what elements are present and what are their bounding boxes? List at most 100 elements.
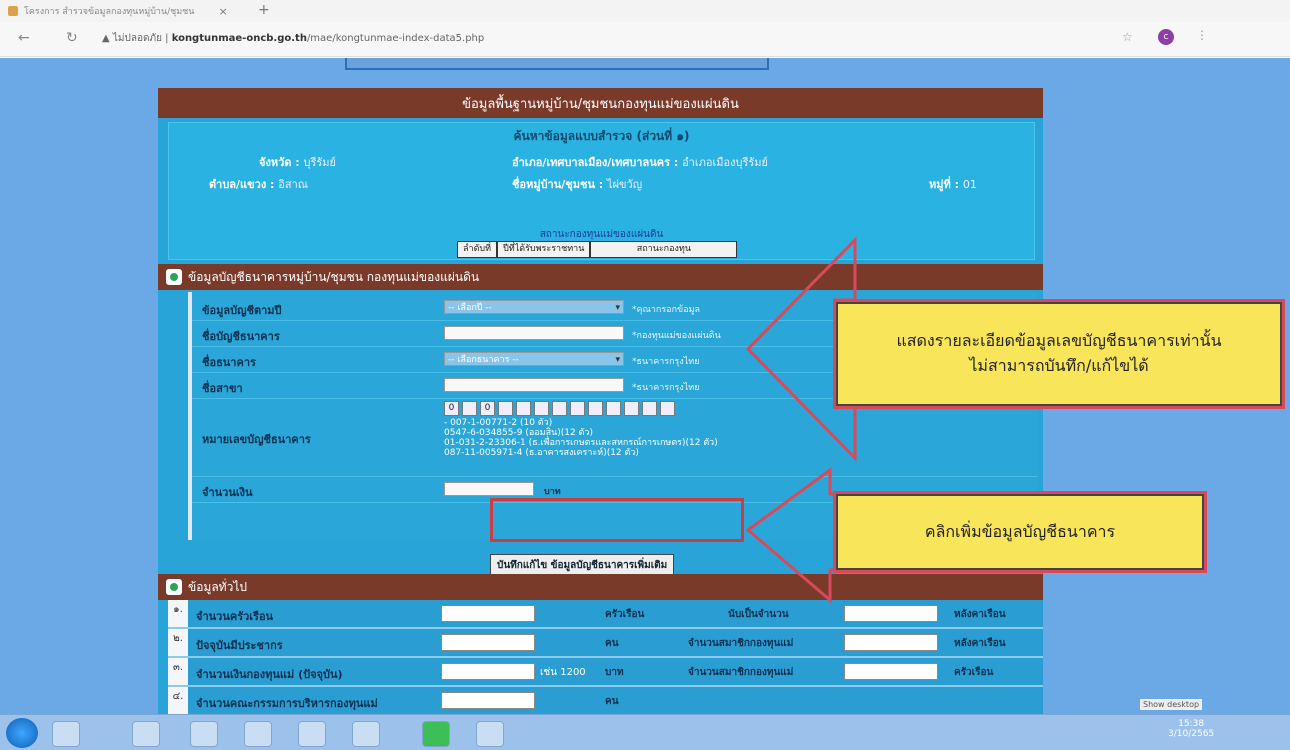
bank-select[interactable]: -- เลือกธนาคาร -- bbox=[444, 352, 624, 367]
amount-label: จำนวนเงิน bbox=[202, 486, 253, 499]
subdistrict-label: ตำบล/แขวง : bbox=[209, 178, 275, 191]
digit-box[interactable]: 0 bbox=[480, 401, 495, 416]
fund-status-button[interactable]: สถานะกองทุน bbox=[590, 241, 738, 258]
digit-box[interactable] bbox=[624, 401, 639, 416]
digit-box[interactable] bbox=[552, 401, 567, 416]
row-unit: ครัวเรือน bbox=[605, 609, 645, 620]
member-households-input[interactable] bbox=[844, 663, 938, 680]
digit-box[interactable] bbox=[642, 401, 657, 416]
royal-year-button[interactable]: ปีที่ได้รับพระราชทาน bbox=[497, 241, 591, 258]
row-number: ๔. bbox=[168, 687, 188, 714]
row-label: จำนวนคณะกรรมการบริหารกองทุนแม่ bbox=[196, 697, 378, 710]
back-icon[interactable]: ← bbox=[18, 30, 30, 46]
browser-menu-icon[interactable]: ⋮ bbox=[1196, 28, 1208, 42]
reload-icon[interactable]: ↻ bbox=[66, 30, 78, 46]
app-window-icon[interactable] bbox=[352, 721, 380, 747]
clock-date: 3/10/2565 bbox=[1168, 729, 1215, 739]
amount-unit: บาท bbox=[544, 487, 561, 497]
moo-info: หมู่ที่ : 01 bbox=[929, 175, 977, 193]
year-note: *คุณากรอกข้อมูล bbox=[632, 305, 701, 315]
start-button-icon[interactable] bbox=[6, 718, 38, 748]
account-digit-boxes: 0 0 bbox=[444, 401, 675, 416]
bank-section-header: ข้อมูลบัญชีธนาคารหมู่บ้าน/ชุมชน กองทุนแม… bbox=[158, 264, 1043, 290]
account-number-label: หมายเลขบัญชีธนาคาร bbox=[202, 433, 311, 446]
digit-box[interactable] bbox=[570, 401, 585, 416]
callout-view-only-line2: ไม่สามารถบันทึก/แก้ไขได้ bbox=[969, 356, 1149, 375]
row-label-2: จำนวนสมาชิกกองทุนแม่ bbox=[688, 638, 794, 649]
population-input[interactable] bbox=[441, 634, 535, 651]
branch-note: *ธนาคารกรุงไทย bbox=[632, 383, 700, 393]
tab-title: โครงการ สำรวจข้อมูลกองทุนหมู่บ้าน/ชุมชน bbox=[24, 7, 195, 17]
url-path: /mae/kongtunmae-index-data5.php bbox=[306, 33, 485, 44]
bank-label: ชื่อธนาคาร bbox=[202, 356, 256, 369]
row-label: จำนวนครัวเรือน bbox=[196, 610, 274, 623]
callout-add-bank: คลิกเพิ่มข้อมูลบัญชีธนาคาร bbox=[836, 494, 1204, 570]
top-frame-stub bbox=[345, 58, 769, 70]
row-number: ๒. bbox=[168, 629, 188, 656]
acrobat-icon[interactable] bbox=[298, 721, 326, 747]
bookmark-star-icon[interactable]: ☆ bbox=[1122, 30, 1133, 44]
row-unit-2: หลังคาเรือน bbox=[954, 638, 1006, 649]
chrome-icon[interactable] bbox=[244, 721, 272, 747]
app-window-icon[interactable] bbox=[476, 721, 504, 747]
show-desktop-label[interactable]: Show desktop bbox=[1140, 699, 1203, 710]
digit-box[interactable] bbox=[462, 401, 477, 416]
bank-note: *ธนาคารกรุงไทย bbox=[632, 357, 700, 367]
row-label-2: จำนวนสมาชิกกองทุนแม่ bbox=[688, 667, 794, 678]
clock-time: 15:38 bbox=[1178, 719, 1205, 729]
branch-input[interactable] bbox=[444, 378, 624, 392]
close-tab-icon[interactable]: × bbox=[218, 5, 227, 18]
province-value: บุรีรัมย์ bbox=[303, 156, 336, 169]
favicon-icon bbox=[8, 6, 18, 16]
browser-tab[interactable]: โครงการ สำรวจข้อมูลกองทุนหมู่บ้าน/ชุมชน … bbox=[8, 2, 238, 20]
survey-panel: ค้นหาข้อมูลแบบสำรวจ (ส่วนที่ ๑) จังหวัด … bbox=[168, 122, 1035, 260]
year-select[interactable]: -- เลือกปี -- bbox=[444, 300, 624, 315]
account-name-input[interactable] bbox=[444, 326, 624, 340]
house-count-input[interactable] bbox=[844, 605, 938, 622]
row-unit: บาท bbox=[605, 667, 624, 678]
digit-box[interactable] bbox=[516, 401, 531, 416]
households-input[interactable] bbox=[441, 605, 535, 622]
save-button-highlight bbox=[490, 498, 744, 542]
digit-box[interactable] bbox=[606, 401, 621, 416]
row-label-2: นับเป็นจำนวน bbox=[728, 609, 789, 620]
survey-title: ค้นหาข้อมูลแบบสำรวจ (ส่วนที่ ๑) bbox=[513, 129, 690, 143]
committee-input[interactable] bbox=[441, 692, 535, 709]
section-icon bbox=[166, 579, 182, 595]
order-number-button[interactable]: ลำดับที่ bbox=[457, 241, 498, 258]
url-security: ไม่ปลอดภัย bbox=[112, 33, 162, 44]
new-tab-button[interactable]: + bbox=[258, 2, 270, 18]
row-unit-2: ครัวเรือน bbox=[954, 667, 994, 678]
status-button-row: ลำดับที่ ปีที่ได้รับพระราชทาน สถานะกองทุ… bbox=[457, 241, 738, 258]
profile-avatar[interactable]: c bbox=[1158, 29, 1174, 45]
fund-status-label: สถานะกองทุนแม่ของแผ่นดิน bbox=[539, 229, 664, 240]
general-row: ๓. จำนวนเงินกองทุนแม่ (ปัจจุบัน) เช่น 12… bbox=[168, 658, 1043, 687]
row-unit-2: หลังคาเรือน bbox=[954, 609, 1006, 620]
members-input[interactable] bbox=[844, 634, 938, 651]
subdistrict-info: ตำบล/แขวง : อิสาณ bbox=[209, 175, 308, 193]
callout-view-only: แสดงรายละเอียดข้อมูลเลขบัญชีธนาคารเท่านั… bbox=[836, 302, 1282, 406]
digit-box[interactable] bbox=[660, 401, 675, 416]
account-name-label: ชื่อบัญชีธนาคาร bbox=[202, 330, 280, 343]
line-app-icon[interactable] bbox=[422, 721, 450, 747]
row-label: ปัจจุบันมีประชากร bbox=[196, 639, 283, 652]
digit-box[interactable] bbox=[588, 401, 603, 416]
row-number: ๑. bbox=[168, 600, 188, 627]
year-label: ข้อมูลบัญชีตามปี bbox=[202, 304, 282, 317]
ie-icon[interactable] bbox=[52, 721, 80, 747]
url-field[interactable]: ▲ ไม่ปลอดภัย | kongtunmae-oncb.go.th/mae… bbox=[102, 31, 484, 46]
tab-strip: โครงการ สำรวจข้อมูลกองทุนหมู่บ้าน/ชุมชน … bbox=[0, 0, 1290, 22]
fund-amount-input[interactable] bbox=[441, 663, 535, 680]
system-clock[interactable]: 15:38 3/10/2565 bbox=[1168, 719, 1214, 739]
opera-icon[interactable] bbox=[190, 721, 218, 747]
subdistrict-value: อิสาณ bbox=[278, 178, 308, 191]
moo-label: หมู่ที่ : bbox=[929, 178, 959, 191]
account-format-examples: - 007-1-00771-2 (10 ตัว) 0547-6-034855-9… bbox=[444, 418, 718, 458]
moo-value: 01 bbox=[962, 178, 977, 191]
explorer-icon[interactable] bbox=[132, 721, 160, 747]
digit-box[interactable]: 0 bbox=[444, 401, 459, 416]
account-name-note: *กองทุนแม่ของแผ่นดิน bbox=[632, 331, 721, 341]
digit-box[interactable] bbox=[534, 401, 549, 416]
digit-box[interactable] bbox=[498, 401, 513, 416]
amount-input[interactable] bbox=[444, 482, 534, 496]
